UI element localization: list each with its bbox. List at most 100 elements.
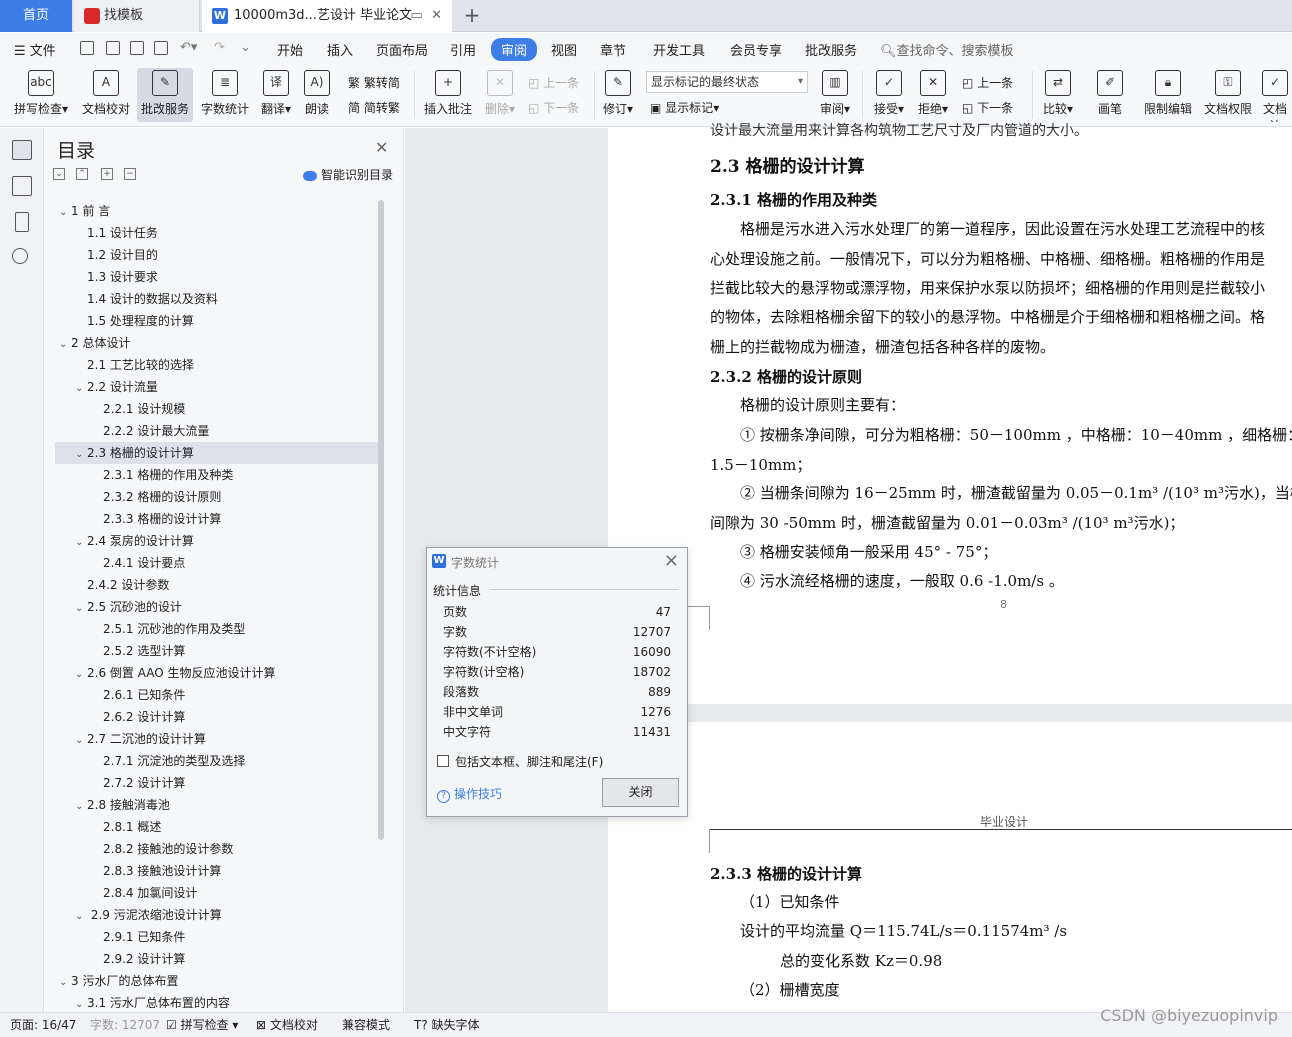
outline-icon[interactable]	[12, 140, 32, 160]
menu-references[interactable]: 引用	[450, 40, 476, 59]
window-icon[interactable]: ▭	[411, 8, 423, 23]
missing-font-button[interactable]: T? 缺失字体	[414, 1013, 480, 1037]
tab-home[interactable]: 首页	[0, 0, 72, 32]
toc-item[interactable]: ⌄ 2.6 倒置 AAO 生物反应池设计计算	[55, 662, 379, 684]
revise-button[interactable]: ✎ 修订▾	[600, 68, 636, 122]
tips-link[interactable]: ? 操作技巧	[437, 785, 502, 803]
menu-member[interactable]: 会员专享	[730, 40, 782, 59]
toc-item[interactable]: ⌄ 2.3 格栅的设计计算	[55, 442, 379, 464]
toc-item[interactable]: ⌄ 1 前 言	[55, 200, 379, 222]
toc-item[interactable]: 1.4 设计的数据以及资料	[55, 288, 379, 310]
toc-item[interactable]: ⌄ 2 总体设计	[55, 332, 379, 354]
menu-insert[interactable]: 插入	[327, 40, 353, 59]
menu-developer[interactable]: 开发工具	[653, 40, 705, 59]
menu-view[interactable]: 视图	[551, 40, 577, 59]
next-change-button[interactable]: ◱ 下一条	[962, 98, 1013, 118]
command-search[interactable]: 🔍︎查找命令、搜索模板	[880, 40, 1014, 59]
toc-item[interactable]: ⌄ 2.7 二沉池的设计计算	[55, 728, 379, 750]
print-preview-icon[interactable]	[154, 41, 168, 55]
menu-correction[interactable]: 批改服务	[805, 40, 857, 59]
status-spell-check[interactable]: ☑ 拼写检查 ▾	[166, 1013, 238, 1037]
doc-proof-button[interactable]: A 文档校对	[78, 68, 134, 122]
chevron-down-icon[interactable]: ⌄	[75, 664, 87, 686]
close-tab-icon[interactable]: ✕	[431, 8, 442, 23]
prev-change-button[interactable]: ◰ 上一条	[962, 73, 1013, 93]
next-comment-button[interactable]: ◱ 下一条	[528, 98, 579, 118]
collapse-all-icon[interactable]: ⌄	[53, 168, 65, 180]
doc-more-button[interactable]: ✓ 文档认	[1258, 68, 1292, 122]
toc-item[interactable]: 1.3 设计要求	[55, 266, 379, 288]
toc-item[interactable]: 1.2 设计目的	[55, 244, 379, 266]
toc-item[interactable]: 2.3.2 格栅的设计原则	[55, 486, 379, 508]
include-textbox-checkbox[interactable]	[437, 755, 449, 767]
new-tab-icon[interactable]: +	[460, 0, 484, 32]
chevron-down-icon[interactable]: ⌄	[75, 444, 87, 466]
close-icon[interactable]: ✕	[375, 138, 388, 157]
chevron-down-icon[interactable]: ⌄	[75, 906, 87, 928]
toc-item[interactable]: 2.5.2 选型计算	[55, 640, 379, 662]
toc-item[interactable]: 2.1 工艺比较的选择	[55, 354, 379, 376]
translate-button[interactable]: 译翻译▾	[256, 68, 296, 122]
toc-item[interactable]: ⌄ 2.2 设计流量	[55, 376, 379, 398]
menu-chapter[interactable]: 章节	[600, 40, 626, 59]
menu-start[interactable]: 开始	[277, 40, 303, 59]
word-count-button[interactable]: ≣ 字数统计	[197, 68, 253, 122]
quick-access-more-icon[interactable]: ⌄	[240, 40, 251, 55]
tab-document[interactable]: W 10000m3d...艺设计 毕业论文 ▭ ✕	[202, 0, 452, 32]
toc-item[interactable]: 2.8.2 接触池的设计参数	[55, 838, 379, 860]
print-icon[interactable]	[130, 41, 144, 55]
toc-scrollbar[interactable]	[378, 200, 384, 840]
file-menu[interactable]: ☰ 文件	[14, 40, 56, 59]
menu-layout[interactable]: 页面布局	[376, 40, 428, 59]
correction-service-button[interactable]: ✎ 批改服务	[137, 68, 193, 122]
smart-toc-button[interactable]: 智能识别目录	[303, 166, 393, 183]
toc-item[interactable]: 1.1 设计任务	[55, 222, 379, 244]
document-page[interactable]: 毕业设计 2.3.3 格栅的设计计算 （1）已知条件 设计的平均流量 Q＝115…	[608, 722, 1292, 1012]
toc-item[interactable]: ⌄ 3 污水厂的总体布置	[55, 970, 379, 992]
export-pdf-icon[interactable]	[106, 41, 120, 55]
show-markup-button[interactable]: ▣ 显示标记▾	[650, 98, 719, 118]
close-button[interactable]: 关闭	[602, 778, 679, 807]
menu-review[interactable]: 审阅	[491, 38, 538, 61]
bookmark-icon[interactable]	[15, 212, 29, 232]
status-doc-proof[interactable]: ⊠ 文档校对	[256, 1013, 318, 1037]
toc-item[interactable]: 2.8.1 概述	[55, 816, 379, 838]
document-page[interactable]: 设计最大流量用来计算各构筑物工艺尺寸及厂内管道的大小。 2.3 格栅的设计计算 …	[608, 123, 1292, 704]
toc-item[interactable]: 2.9.1 已知条件	[55, 926, 379, 948]
toc-item[interactable]: 2.6.2 设计计算	[55, 706, 379, 728]
doc-permission-button[interactable]: ⚿ 文档权限	[1200, 68, 1256, 122]
prev-comment-button[interactable]: ◰ 上一条	[528, 73, 579, 93]
trad-to-simp-button[interactable]: 繁 繁转简	[348, 73, 400, 93]
chevron-down-icon[interactable]: ⌄	[75, 994, 87, 1008]
chevron-down-icon[interactable]: ⌄	[75, 532, 87, 554]
toc-item[interactable]: 2.3.3 格栅的设计计算	[55, 508, 379, 530]
redo-icon[interactable]: ↷	[214, 40, 225, 55]
chevron-down-icon[interactable]: ⌄	[75, 598, 87, 620]
toc-item[interactable]: 2.6.1 已知条件	[55, 684, 379, 706]
reject-button[interactable]: ✕ 拒绝▾	[914, 68, 952, 122]
chapter-nav-icon[interactable]	[12, 176, 32, 196]
toc-item[interactable]: ⌄ 2.4 泵房的设计计算	[55, 530, 379, 552]
insert-comment-button[interactable]: + 插入批注	[420, 68, 476, 122]
delete-comment-button[interactable]: ✕ 删除▾	[480, 68, 520, 122]
chevron-down-icon[interactable]: ⌄	[75, 378, 87, 400]
toc-item[interactable]: 2.4.1 设计要点	[55, 552, 379, 574]
chevron-down-icon[interactable]: ⌄	[75, 796, 87, 818]
read-aloud-button[interactable]: A) 朗读	[299, 68, 335, 122]
compare-button[interactable]: ⇄ 比较▾	[1038, 68, 1078, 122]
toc-item[interactable]: 2.2.2 设计最大流量	[55, 420, 379, 442]
toc-item[interactable]: 1.5 处理程度的计算	[55, 310, 379, 332]
toc-item[interactable]: 2.2.1 设计规模	[55, 398, 379, 420]
review-pane-button[interactable]: ▥ 审阅▾	[816, 68, 854, 122]
pen-button[interactable]: ✐ 画笔	[1090, 68, 1130, 122]
toc-item[interactable]: ⌄ 2.9 污泥浓缩池设计计算	[55, 904, 379, 926]
remove-heading-icon[interactable]: −	[124, 168, 136, 180]
chevron-down-icon[interactable]: ⌄	[59, 972, 71, 994]
chevron-down-icon[interactable]: ⌄	[59, 202, 71, 224]
chevron-down-icon[interactable]: ⌄	[75, 730, 87, 752]
word-count-indicator[interactable]: 字数: 12707	[90, 1013, 160, 1037]
toc-item[interactable]: 2.7.1 沉淀池的类型及选择	[55, 750, 379, 772]
toc-item[interactable]: 2.3.1 格栅的作用及种类	[55, 464, 379, 486]
add-heading-icon[interactable]: +	[101, 168, 113, 180]
tab-template[interactable]: 找模板	[74, 0, 200, 32]
